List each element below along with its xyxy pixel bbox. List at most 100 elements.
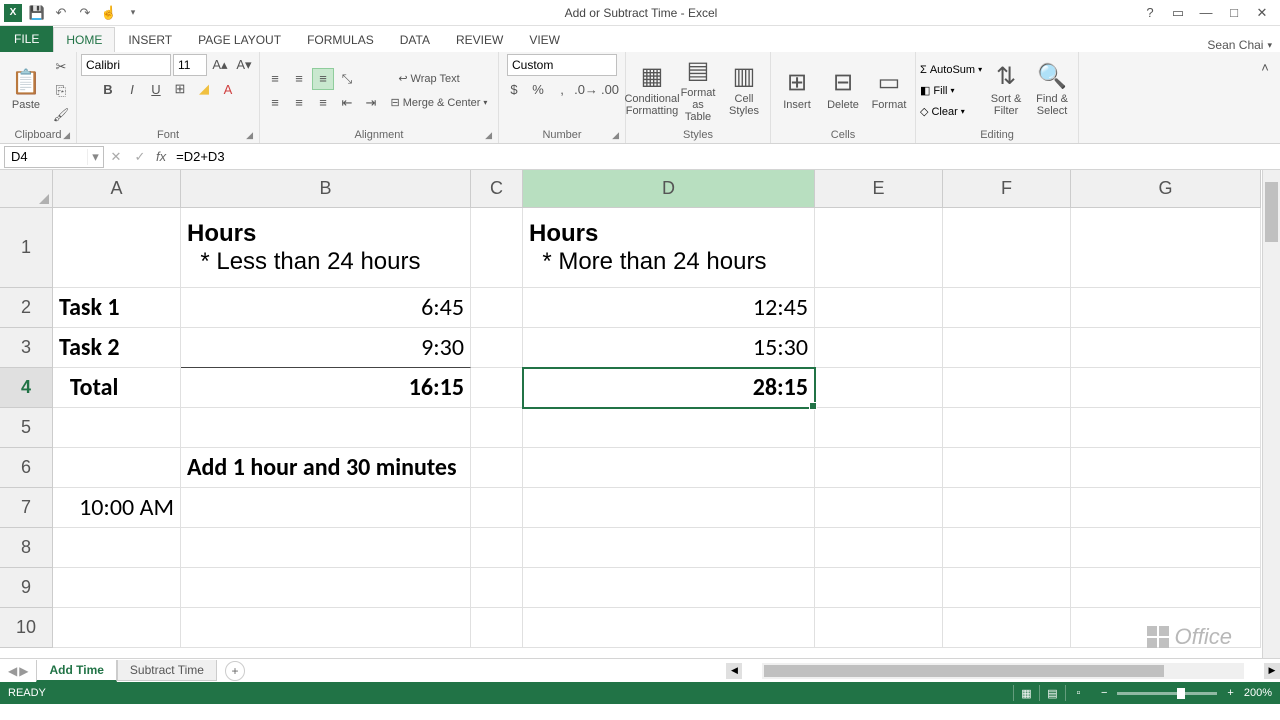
alignment-launcher-icon[interactable]: ◢ xyxy=(485,130,492,141)
tab-home[interactable]: HOME xyxy=(53,27,115,52)
cell-a5[interactable] xyxy=(53,408,181,448)
cell-a6[interactable] xyxy=(53,448,181,488)
tab-data[interactable]: DATA xyxy=(387,27,443,52)
sheet-nav-next-icon[interactable]: ▶ xyxy=(19,664,28,678)
cell-g9[interactable] xyxy=(1071,568,1261,608)
number-format-select[interactable] xyxy=(507,54,617,76)
tab-page-layout[interactable]: PAGE LAYOUT xyxy=(185,27,294,52)
column-header-b[interactable]: B xyxy=(181,170,471,208)
fill-button[interactable]: ◧ Fill ▾ xyxy=(920,81,982,101)
hscroll-right-icon[interactable]: ▶ xyxy=(1264,663,1280,679)
redo-icon[interactable]: ↷ xyxy=(76,4,94,22)
vertical-scrollbar[interactable] xyxy=(1262,170,1280,658)
sheet-tab-subtract-time[interactable]: Subtract Time xyxy=(117,660,217,681)
row-header-8[interactable]: 8 xyxy=(0,528,53,568)
font-name-select[interactable] xyxy=(81,54,171,76)
column-header-f[interactable]: F xyxy=(943,170,1071,208)
fill-color-icon[interactable]: ◢ xyxy=(193,78,215,100)
number-launcher-icon[interactable]: ◢ xyxy=(612,130,619,141)
cell-c6[interactable] xyxy=(471,448,523,488)
cell-f5[interactable] xyxy=(943,408,1071,448)
cell-g8[interactable] xyxy=(1071,528,1261,568)
cancel-formula-icon[interactable]: ✕ xyxy=(104,149,128,165)
cell-d3[interactable]: 15:30 xyxy=(523,328,815,368)
align-middle-icon[interactable]: ≡ xyxy=(288,68,310,90)
row-header-2[interactable]: 2 xyxy=(0,288,53,328)
column-header-g[interactable]: G xyxy=(1071,170,1261,208)
cell-d4[interactable]: 28:15 xyxy=(523,368,815,408)
font-size-select[interactable] xyxy=(173,54,207,76)
cell-e6[interactable] xyxy=(815,448,943,488)
horizontal-scrollbar-thumb[interactable] xyxy=(764,665,1164,677)
tab-file[interactable]: FILE xyxy=(0,26,53,52)
cell-a2[interactable]: Task 1 xyxy=(53,288,181,328)
cell-a10[interactable] xyxy=(53,608,181,648)
cell-e7[interactable] xyxy=(815,488,943,528)
sort-filter-button[interactable]: ⇅Sort & Filter xyxy=(984,56,1028,126)
add-sheet-button[interactable]: + xyxy=(225,661,245,681)
cell-f3[interactable] xyxy=(943,328,1071,368)
cell-b10[interactable] xyxy=(181,608,471,648)
column-header-c[interactable]: C xyxy=(471,170,523,208)
minimize-icon[interactable]: — xyxy=(1196,3,1216,23)
sheet-nav-prev-icon[interactable]: ◀ xyxy=(8,664,17,678)
zoom-slider-thumb[interactable] xyxy=(1177,688,1185,699)
font-launcher-icon[interactable]: ◢ xyxy=(246,130,253,141)
row-header-7[interactable]: 7 xyxy=(0,488,53,528)
page-break-view-icon[interactable]: ▫ xyxy=(1065,685,1091,701)
user-name[interactable]: Sean Chai xyxy=(1207,38,1263,52)
cell-g6[interactable] xyxy=(1071,448,1261,488)
cell-b1[interactable]: Hours * Less than 24 hours xyxy=(181,208,471,288)
format-cells-button[interactable]: ▭Format xyxy=(867,56,911,126)
tab-insert[interactable]: INSERT xyxy=(115,27,185,52)
cell-g5[interactable] xyxy=(1071,408,1261,448)
cell-b8[interactable] xyxy=(181,528,471,568)
align-center-icon[interactable]: ≡ xyxy=(288,92,310,114)
cell-c9[interactable] xyxy=(471,568,523,608)
comma-icon[interactable]: , xyxy=(551,78,573,100)
save-icon[interactable]: 💾 xyxy=(28,4,46,22)
increase-decimal-icon[interactable]: .0→ xyxy=(575,78,597,100)
cell-styles-button[interactable]: ▥Cell Styles xyxy=(722,56,766,126)
close-icon[interactable]: ✕ xyxy=(1252,3,1272,23)
row-header-9[interactable]: 9 xyxy=(0,568,53,608)
cell-a7[interactable]: 10:00 AM xyxy=(53,488,181,528)
bold-button[interactable]: B xyxy=(97,78,119,100)
underline-button[interactable]: U xyxy=(145,78,167,100)
cell-e10[interactable] xyxy=(815,608,943,648)
cell-e1[interactable] xyxy=(815,208,943,288)
cell-e2[interactable] xyxy=(815,288,943,328)
cell-g3[interactable] xyxy=(1071,328,1261,368)
sheet-tab-add-time[interactable]: Add Time xyxy=(36,660,116,682)
conditional-formatting-button[interactable]: ▦Conditional Formatting xyxy=(630,56,674,126)
accept-formula-icon[interactable]: ✓ xyxy=(128,149,152,165)
cell-d1[interactable]: Hours * More than 24 hours xyxy=(523,208,815,288)
normal-view-icon[interactable]: ▦ xyxy=(1013,685,1039,701)
format-painter-icon[interactable]: 🖌 xyxy=(50,104,72,126)
cell-c8[interactable] xyxy=(471,528,523,568)
qat-customize-icon[interactable]: ▾ xyxy=(124,4,142,22)
column-header-a[interactable]: A xyxy=(53,170,181,208)
cell-b2[interactable]: 6:45 xyxy=(181,288,471,328)
tab-formulas[interactable]: FORMULAS xyxy=(294,27,387,52)
horizontal-scrollbar[interactable] xyxy=(762,663,1244,679)
clear-button[interactable]: ◇ Clear ▾ xyxy=(920,102,982,122)
italic-button[interactable]: I xyxy=(121,78,143,100)
align-bottom-icon[interactable]: ≡ xyxy=(312,68,334,90)
zoom-slider[interactable] xyxy=(1117,692,1217,695)
decrease-decimal-icon[interactable]: .00 xyxy=(599,78,621,100)
cell-a9[interactable] xyxy=(53,568,181,608)
font-color-icon[interactable]: A xyxy=(217,78,239,100)
cell-d8[interactable] xyxy=(523,528,815,568)
cell-b6[interactable]: Add 1 hour and 30 minutes xyxy=(181,448,471,488)
merge-center-button[interactable]: ⊟Merge & Center▾ xyxy=(384,92,494,114)
decrease-indent-icon[interactable]: ⇤ xyxy=(336,92,358,114)
formula-input[interactable] xyxy=(170,146,1280,168)
row-header-1[interactable]: 1 xyxy=(0,208,53,288)
cell-c5[interactable] xyxy=(471,408,523,448)
cell-f2[interactable] xyxy=(943,288,1071,328)
name-box[interactable]: D4 ▾ xyxy=(4,146,104,168)
cell-d10[interactable] xyxy=(523,608,815,648)
row-header-5[interactable]: 5 xyxy=(0,408,53,448)
wrap-text-button[interactable]: ↩Wrap Text xyxy=(384,68,474,90)
